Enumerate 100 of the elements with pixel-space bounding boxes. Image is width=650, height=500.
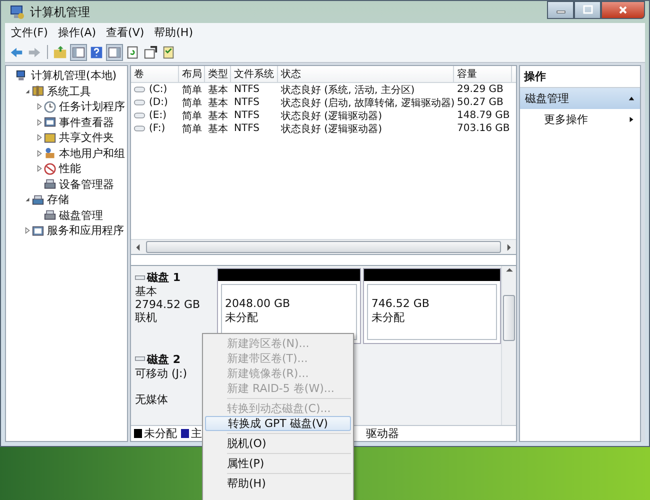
tree-item[interactable]: 事件查看器 [59, 114, 114, 130]
column-header[interactable]: 卷 [131, 66, 179, 82]
clock-icon [44, 100, 56, 113]
legend-label: 未分配 [144, 426, 177, 441]
collapsed-arrow-icon[interactable] [36, 118, 42, 126]
services-icon [32, 224, 44, 237]
table-cell-text: NTFS [233, 84, 261, 95]
toolbox-icon [32, 85, 44, 98]
collapsed-arrow-icon[interactable] [36, 165, 42, 172]
expanded-arrow-icon[interactable] [24, 88, 30, 95]
expanded-arrow-icon[interactable] [24, 196, 30, 204]
folder-icon [44, 132, 56, 144]
collapse-arrow-icon[interactable] [628, 95, 635, 102]
table-cell-text: 简单 [181, 84, 203, 96]
drive-icon [134, 112, 145, 119]
refresh-document-icon[interactable] [125, 44, 140, 60]
tree-item[interactable]: 磁盘管理 [59, 208, 103, 223]
horizontal-scrollbar[interactable] [131, 239, 516, 254]
table-cell-text: 简单 [181, 110, 203, 122]
menu-item[interactable]: 查看(V) [106, 25, 144, 40]
disk-name: 磁盘 2 [147, 352, 180, 366]
action-link[interactable]: 更多操作 [520, 109, 640, 130]
table-cell-text: 简单 [181, 96, 203, 110]
partition-size: 746.52 GB [371, 297, 430, 310]
column-header[interactable]: 状态 [278, 66, 454, 82]
vertical-scrollbar[interactable] [501, 266, 516, 425]
table-cell-text: 状态良好 (系统, 活动, 主分区) [280, 84, 416, 96]
table-cell-text: NTFS [233, 97, 261, 108]
users-icon [44, 147, 56, 160]
disk-type: 可移动 (J:) [135, 366, 188, 380]
drive-icon [134, 125, 145, 132]
maximize-button[interactable] [574, 1, 601, 19]
computer-management-icon [9, 4, 25, 20]
disk-drive-icon [135, 274, 145, 280]
collapsed-arrow-icon[interactable] [36, 103, 42, 110]
action-pane-icon[interactable] [107, 44, 122, 60]
properties-icon[interactable] [143, 44, 158, 60]
legend-label: 主 [191, 426, 202, 441]
tree-item[interactable]: 共享文件夹 [59, 130, 114, 146]
collapsed-arrow-icon[interactable] [24, 227, 30, 234]
table-cell-text: 148.79 GB [456, 110, 511, 121]
table-cell-text: 703.16 GB [456, 123, 511, 134]
table-cell-text: 基本 [207, 122, 229, 136]
table-cell-text: NTFS [233, 110, 261, 121]
disk-type: 基本 [135, 285, 158, 298]
table-cell-text: NTFS [233, 123, 261, 134]
scrollbar-thumb[interactable] [503, 295, 515, 341]
table-cell-text: 基本 [207, 84, 229, 96]
collapsed-arrow-icon[interactable] [36, 134, 42, 142]
menu-item[interactable]: 帮助(H) [205, 476, 351, 491]
checklist-icon[interactable] [161, 44, 176, 60]
table-cell-text: 29.29 GB [456, 84, 504, 95]
log-window-icon [44, 116, 56, 128]
table-cell-text: 简单 [181, 122, 203, 136]
tree-item[interactable]: 系统工具 [47, 84, 91, 99]
partition-block[interactable]: 746.52 GB 未分配 [363, 268, 501, 344]
disk-drive-icon [44, 209, 56, 222]
tree-pane-icon[interactable] [71, 44, 86, 60]
close-button[interactable] [601, 1, 645, 19]
table-cell-text: 基本 [207, 96, 229, 110]
tree-item[interactable]: 计算机管理(本地) [31, 68, 117, 84]
tree-item[interactable]: 性能 [59, 161, 81, 176]
partition-status: 未分配 [371, 310, 406, 325]
tree-item[interactable]: 本地用户和组 [59, 146, 125, 161]
menu-item[interactable]: 脱机(O) [205, 436, 351, 451]
column-header[interactable]: 容量 [454, 66, 512, 82]
table-cell-text: 状态良好 (逻辑驱动器) [280, 122, 383, 136]
tree-item[interactable]: 服务和应用程序 [47, 223, 124, 238]
menu-item[interactable]: 文件(F) [11, 25, 48, 40]
table-cell-text: 基本 [207, 110, 229, 122]
collapsed-arrow-icon[interactable] [36, 150, 42, 157]
disk-status: 无媒体 [135, 392, 169, 406]
table-cell: (F:) [149, 123, 166, 134]
menu-item[interactable]: 转换成 GPT 磁盘(V) [205, 416, 351, 431]
tree-item[interactable]: 任务计划程序 [59, 99, 125, 114]
table-cell: (C:) [149, 84, 168, 95]
partition-size: 2048.00 GB [225, 297, 292, 310]
table-cell-text: 50.27 GB [456, 97, 504, 108]
folder-up-icon[interactable] [53, 44, 68, 60]
window-title: 计算机管理 [30, 4, 90, 20]
submenu-arrow-icon [628, 116, 635, 123]
table-cell: (D:) [149, 97, 168, 108]
column-header[interactable]: 文件系统 [231, 66, 278, 82]
disk-name: 磁盘 1 [147, 270, 180, 285]
menu-item[interactable]: 操作(A) [58, 25, 96, 40]
tree-item[interactable]: 设备管理器 [59, 176, 114, 192]
partition-status: 未分配 [225, 310, 259, 325]
disk-drive-icon [135, 356, 145, 362]
tree-item[interactable]: 存储 [47, 192, 69, 208]
minimize-button[interactable] [547, 1, 574, 19]
column-header[interactable]: 布局 [179, 66, 205, 82]
help-icon[interactable] [89, 44, 104, 60]
action-section-header[interactable]: 磁盘管理 [520, 88, 640, 109]
menu-item[interactable]: 帮助(H) [154, 25, 193, 40]
drive-icon [134, 99, 145, 106]
column-header[interactable]: 类型 [205, 66, 231, 82]
legend-label: 驱动器 [366, 426, 399, 441]
menu-item[interactable]: 属性(P) [205, 456, 351, 471]
table-cell: (E:) [149, 110, 166, 121]
scrollbar-thumb[interactable] [146, 241, 501, 253]
